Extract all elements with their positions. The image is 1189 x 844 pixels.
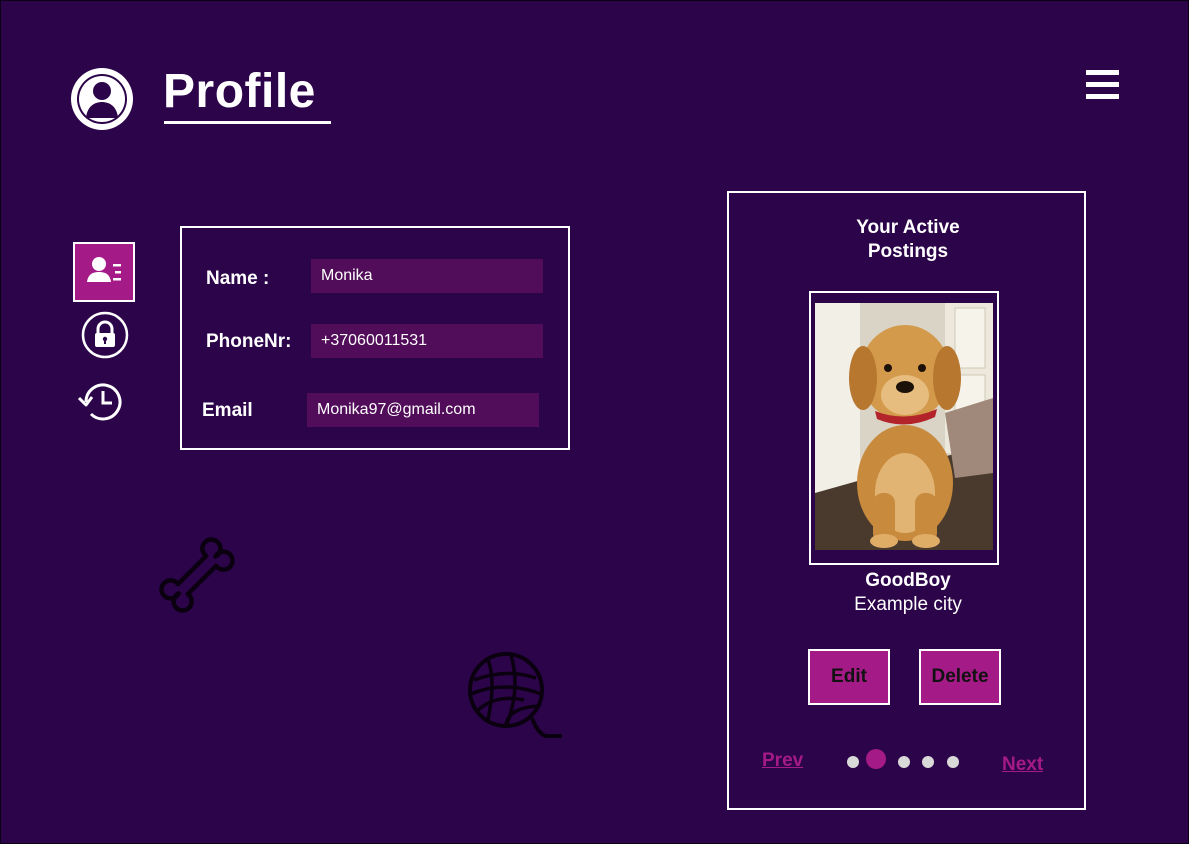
hamburger-menu-icon[interactable] [1086,70,1119,100]
sidebar-item-security[interactable] [81,311,129,359]
pet-name: GoodBoy [865,570,951,591]
yarn-ball-icon [466,650,564,747]
pet-photo[interactable] [815,303,993,550]
phone-label: PhoneNr: [206,331,292,352]
title-underline [164,121,331,124]
next-link[interactable]: Next [1002,754,1043,776]
postings-heading: Your Active Postings [856,217,960,262]
pagination-dot[interactable] [866,749,886,769]
pagination-dot[interactable] [847,756,859,768]
pagination-dots [840,745,970,775]
id-card-icon [87,257,121,282]
sidebar-item-profile[interactable] [73,242,135,302]
prev-link[interactable]: Prev [762,750,803,772]
page-title: Profile [163,65,316,118]
delete-button[interactable]: Delete [919,649,1001,705]
pet-city: Example city [854,594,962,615]
bone-icon [155,535,239,620]
pagination-dot[interactable] [947,756,959,768]
pagination-dot[interactable] [898,756,910,768]
name-field[interactable]: Monika [311,259,543,293]
lock-icon [81,311,129,359]
user-avatar-icon[interactable] [71,68,133,130]
email-field[interactable]: Monika97@gmail.com [307,393,539,427]
pagination-dot[interactable] [922,756,934,768]
name-label: Name : [206,268,270,289]
email-label: Email [202,400,253,421]
sidebar-item-history[interactable] [77,378,127,426]
history-icon [77,383,122,421]
phone-field[interactable]: +37060011531 [311,324,543,358]
edit-button[interactable]: Edit [808,649,890,705]
